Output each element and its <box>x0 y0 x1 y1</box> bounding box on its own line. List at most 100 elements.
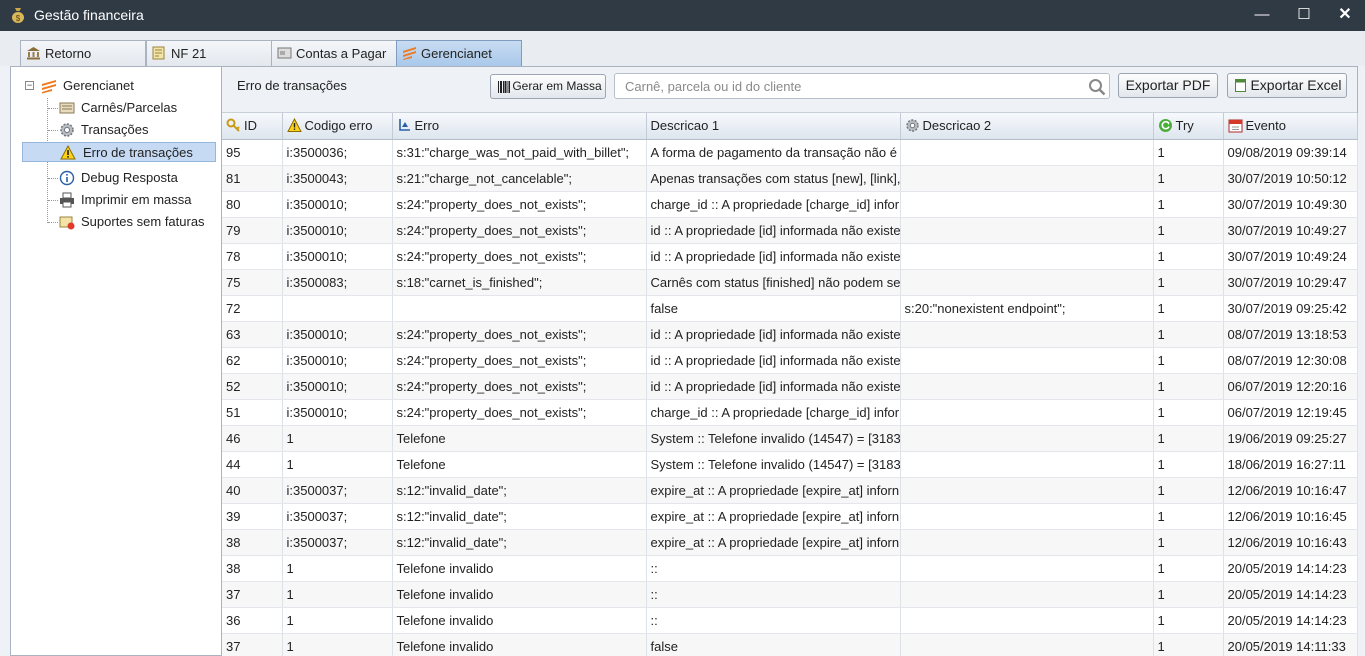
cell-descricao-1[interactable]: expire_at :: A propriedade [expire_at] i… <box>646 503 901 530</box>
cell-descricao-1[interactable]: expire_at :: A propriedade [expire_at] i… <box>646 529 901 556</box>
cell-try[interactable]: 1 <box>1153 529 1224 556</box>
cell-id[interactable]: 62 <box>222 347 283 374</box>
table-row[interactable]: 81 i:3500043; s:21:"charge_not_cancelable"… <box>222 165 1358 192</box>
cell-id[interactable]: 75 <box>222 269 283 296</box>
cell-codigo-erro[interactable]: i:3500010; <box>282 347 393 374</box>
cell-try[interactable]: 1 <box>1153 191 1224 218</box>
column-header-evento[interactable]: Evento <box>1223 113 1358 140</box>
cell-try[interactable]: 1 <box>1153 451 1224 478</box>
search-input[interactable] <box>615 74 1075 98</box>
table-row[interactable]: 72 false s:20:"nonexistent endpoint"; 1 30/0… <box>222 295 1358 322</box>
cell-codigo-erro[interactable]: 1 <box>282 425 393 452</box>
cell-erro[interactable]: s:24:"property_does_not_exists"; <box>392 243 647 270</box>
column-header-codigo-erro[interactable]: Codigo erro <box>282 113 393 140</box>
cell-erro[interactable]: s:24:"property_does_not_exists"; <box>392 399 647 426</box>
cell-erro[interactable] <box>392 295 647 322</box>
cell-descricao-2[interactable] <box>900 555 1154 582</box>
cell-evento[interactable]: 06/07/2019 12:20:16 <box>1223 373 1358 400</box>
cell-descricao-1[interactable]: false <box>646 633 901 656</box>
cell-codigo-erro[interactable]: 1 <box>282 555 393 582</box>
cell-codigo-erro[interactable]: 1 <box>282 607 393 634</box>
cell-id[interactable]: 37 <box>222 633 283 656</box>
cell-codigo-erro[interactable]: 1 <box>282 451 393 478</box>
table-row[interactable]: 40 i:3500037; s:12:"invalid_date"; expire_a… <box>222 477 1358 504</box>
cell-try[interactable]: 1 <box>1153 581 1224 608</box>
cell-try[interactable]: 1 <box>1153 269 1224 296</box>
cell-try[interactable]: 1 <box>1153 321 1224 348</box>
tab-nf21[interactable]: NF 21 <box>146 40 272 66</box>
table-row[interactable]: 63 i:3500010; s:24:"property_does_not_exis… <box>222 321 1358 348</box>
cell-try[interactable]: 1 <box>1153 399 1224 426</box>
cell-descricao-2[interactable] <box>900 139 1154 166</box>
cell-try[interactable]: 1 <box>1153 607 1224 634</box>
cell-try[interactable]: 1 <box>1153 633 1224 656</box>
cell-erro[interactable]: s:12:"invalid_date"; <box>392 503 647 530</box>
cell-erro[interactable]: s:18:"carnet_is_finished"; <box>392 269 647 296</box>
cell-descricao-1[interactable]: Apenas transações com status [new], [lin… <box>646 165 901 192</box>
cell-erro[interactable]: Telefone invalido <box>392 633 647 656</box>
cell-descricao-2[interactable] <box>900 321 1154 348</box>
export-excel-button[interactable]: Exportar Excel <box>1227 73 1347 98</box>
cell-codigo-erro[interactable]: i:3500010; <box>282 321 393 348</box>
table-row[interactable]: 62 i:3500010; s:24:"property_does_not_exis… <box>222 347 1358 374</box>
cell-descricao-1[interactable]: :: <box>646 607 901 634</box>
table-row[interactable]: 78 i:3500010; s:24:"property_does_not_exis… <box>222 243 1358 270</box>
cell-codigo-erro[interactable]: i:3500010; <box>282 191 393 218</box>
cell-descricao-2[interactable] <box>900 191 1154 218</box>
cell-descricao-1[interactable]: false <box>646 295 901 322</box>
cell-descricao-1[interactable]: id :: A propriedade [id] informada não e… <box>646 347 901 374</box>
maximize-button[interactable]: ☐ <box>1289 4 1319 26</box>
tree-item-erro-de-transacoes[interactable]: Erro de transações <box>22 142 216 162</box>
cell-descricao-2[interactable] <box>900 477 1154 504</box>
cell-try[interactable]: 1 <box>1153 139 1224 166</box>
cell-erro[interactable]: s:24:"property_does_not_exists"; <box>392 373 647 400</box>
cell-codigo-erro[interactable]: i:3500037; <box>282 503 393 530</box>
cell-erro[interactable]: s:24:"property_does_not_exists"; <box>392 321 647 348</box>
tree-root-gerencianet[interactable]: Gerencianet <box>39 76 134 96</box>
column-header-descricao-1[interactable]: Descricao 1 <box>646 113 901 140</box>
cell-try[interactable]: 1 <box>1153 217 1224 244</box>
collapse-toggle[interactable]: − <box>25 81 34 90</box>
cell-codigo-erro[interactable]: i:3500010; <box>282 399 393 426</box>
tree-item-debug-resposta[interactable]: Debug Resposta <box>57 168 178 188</box>
cell-evento[interactable]: 30/07/2019 10:50:12 <box>1223 165 1358 192</box>
cell-evento[interactable]: 12/06/2019 10:16:45 <box>1223 503 1358 530</box>
cell-try[interactable]: 1 <box>1153 373 1224 400</box>
cell-evento[interactable]: 18/06/2019 16:27:11 <box>1223 451 1358 478</box>
cell-id[interactable]: 36 <box>222 607 283 634</box>
cell-descricao-1[interactable]: expire_at :: A propriedade [expire_at] i… <box>646 477 901 504</box>
cell-id[interactable]: 37 <box>222 581 283 608</box>
cell-erro[interactable]: Telefone invalido <box>392 555 647 582</box>
cell-codigo-erro[interactable]: 1 <box>282 581 393 608</box>
tree-item-suportes-sem-faturas[interactable]: Suportes sem faturas <box>57 212 205 232</box>
cell-codigo-erro[interactable]: i:3500010; <box>282 217 393 244</box>
table-row[interactable]: 39 i:3500037; s:12:"invalid_date"; expire_a… <box>222 503 1358 530</box>
cell-erro[interactable]: s:12:"invalid_date"; <box>392 477 647 504</box>
cell-erro[interactable]: Telefone <box>392 451 647 478</box>
cell-erro[interactable]: Telefone invalido <box>392 607 647 634</box>
cell-id[interactable]: 95 <box>222 139 283 166</box>
cell-descricao-2[interactable] <box>900 607 1154 634</box>
cell-descricao-1[interactable]: System :: Telefone invalido (14547) = [3… <box>646 425 901 452</box>
cell-evento[interactable]: 09/08/2019 09:39:14 <box>1223 139 1358 166</box>
search-icon[interactable] <box>1088 78 1106 96</box>
cell-evento[interactable]: 30/07/2019 10:29:47 <box>1223 269 1358 296</box>
cell-id[interactable]: 52 <box>222 373 283 400</box>
cell-evento[interactable]: 20/05/2019 14:14:23 <box>1223 607 1358 634</box>
cell-evento[interactable]: 20/05/2019 14:14:23 <box>1223 555 1358 582</box>
cell-evento[interactable]: 20/05/2019 14:14:23 <box>1223 581 1358 608</box>
table-row[interactable]: 79 i:3500010; s:24:"property_does_not_exis… <box>222 217 1358 244</box>
cell-try[interactable]: 1 <box>1153 503 1224 530</box>
cell-try[interactable]: 1 <box>1153 243 1224 270</box>
table-row[interactable]: 80 i:3500010; s:24:"property_does_not_exis… <box>222 191 1358 218</box>
table-row[interactable]: 37 1 Telefone invalido:: 1 20/05/2019 14:14:… <box>222 581 1358 608</box>
table-row[interactable]: 46 1 Telefone System :: Telefone invalido (… <box>222 425 1358 452</box>
cell-descricao-1[interactable]: id :: A propriedade [id] informada não e… <box>646 373 901 400</box>
tab-gerencianet[interactable]: Gerencianet <box>396 40 522 66</box>
minimize-button[interactable]: — <box>1247 4 1277 26</box>
cell-descricao-1[interactable]: charge_id :: A propriedade [charge_id] i… <box>646 399 901 426</box>
cell-id[interactable]: 81 <box>222 165 283 192</box>
tree-item-transacoes[interactable]: Transações <box>57 120 148 140</box>
cell-evento[interactable]: 08/07/2019 12:30:08 <box>1223 347 1358 374</box>
cell-evento[interactable]: 19/06/2019 09:25:27 <box>1223 425 1358 452</box>
